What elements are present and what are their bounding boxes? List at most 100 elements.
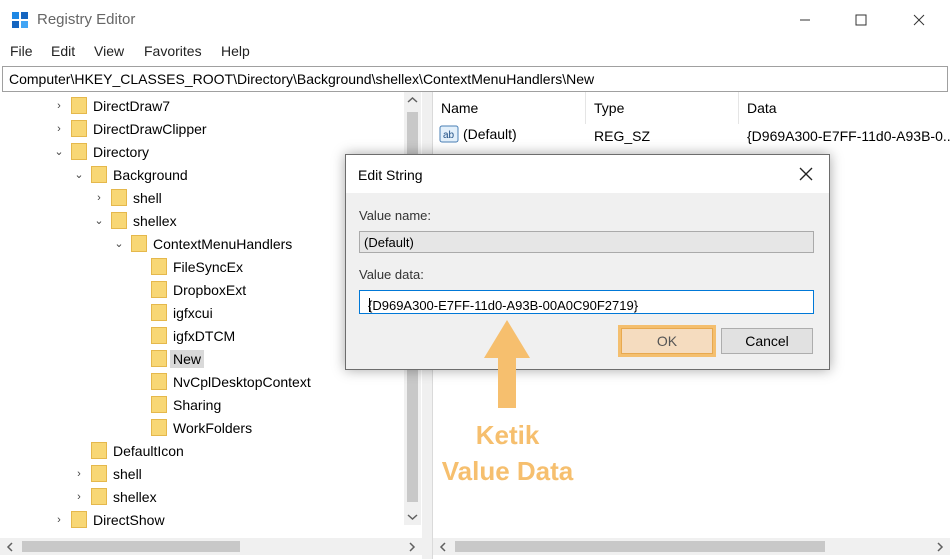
tree-item[interactable]: igfxDTCM xyxy=(132,324,235,347)
column-header-name[interactable]: Name xyxy=(433,92,586,124)
tree-item[interactable]: ⌄ Directory xyxy=(52,140,149,163)
minimize-icon xyxy=(800,19,810,21)
menu-file[interactable]: File xyxy=(10,43,33,59)
folder-icon xyxy=(151,281,167,298)
tree-item-label: DropboxExt xyxy=(173,281,247,298)
ok-button[interactable]: OK xyxy=(618,325,716,357)
values-hscroll-thumb[interactable] xyxy=(455,541,825,552)
tree-item-label: WorkFolders xyxy=(173,419,253,436)
tree-item[interactable]: NvCplDesktopContext xyxy=(132,370,311,393)
tree-item[interactable]: FileSyncEx xyxy=(132,255,243,278)
annotation-arrow-icon xyxy=(484,320,530,408)
tree-item[interactable]: ⌄ shellex xyxy=(92,209,177,232)
chevron-down-icon[interactable]: ⌄ xyxy=(52,145,66,159)
tree-item[interactable]: New xyxy=(132,347,205,370)
tree-item[interactable]: › DirectDrawClipper xyxy=(52,117,207,140)
tree-item-label: Sharing xyxy=(173,396,222,413)
menu-view[interactable]: View xyxy=(94,43,124,59)
folder-icon xyxy=(71,120,87,137)
tree-item-label: shellex xyxy=(133,212,177,229)
value-data: {D969A300-E7FF-11d0-A93B-0... xyxy=(747,128,950,144)
scroll-up-icon xyxy=(407,96,418,103)
maximize-icon xyxy=(855,14,867,26)
tree-item[interactable]: WorkFolders xyxy=(132,416,252,439)
string-value-icon: ab xyxy=(439,125,459,143)
list-item[interactable]: ab (Default) xyxy=(439,125,517,143)
menu-favorites[interactable]: Favorites xyxy=(144,43,202,59)
tree-item-label: shellex xyxy=(113,488,157,505)
tree-item[interactable]: igfxcui xyxy=(132,301,213,324)
column-header-type[interactable]: Type xyxy=(586,92,739,124)
annotation-line-1: Ketik xyxy=(475,420,540,450)
tree-item[interactable]: › shell xyxy=(72,462,142,485)
tree-item-label: ContextMenuHandlers xyxy=(153,235,293,252)
chevron-right-icon[interactable]: › xyxy=(92,191,106,205)
value-data-input[interactable]: {D969A300-E7FF-11d0-A93B-00A0C90F2719} xyxy=(359,290,814,314)
tree-item-label: shell xyxy=(113,465,142,482)
address-bar[interactable]: Computer\HKEY_CLASSES_ROOT\Directory\Bac… xyxy=(2,66,948,92)
chevron-right-icon[interactable]: › xyxy=(72,467,86,481)
menu-bar: File Edit View Favorites Help xyxy=(0,40,950,64)
tree-item[interactable]: › shellex xyxy=(72,485,157,508)
folder-icon xyxy=(151,350,167,367)
chevron-right-icon[interactable]: › xyxy=(52,513,66,527)
chevron-right-icon[interactable]: › xyxy=(52,99,66,113)
title-bar: Registry Editor xyxy=(0,0,950,40)
close-icon xyxy=(799,167,813,181)
tree-item[interactable]: ⌄ ContextMenuHandlers xyxy=(112,232,292,255)
address-path: Computer\HKEY_CLASSES_ROOT\Directory\Bac… xyxy=(9,71,595,87)
cancel-button[interactable]: Cancel xyxy=(721,328,813,354)
chevron-right-icon[interactable]: › xyxy=(52,122,66,136)
svg-text:ab: ab xyxy=(443,130,455,141)
chevron-right-icon[interactable]: › xyxy=(72,490,86,504)
tree-item-label: igfxcui xyxy=(173,304,213,321)
tree-item[interactable]: › DirectDraw7 xyxy=(52,94,170,117)
folder-icon xyxy=(71,143,87,160)
tree-item[interactable]: › DirectShow xyxy=(52,508,165,531)
dialog-close-button[interactable] xyxy=(789,159,823,189)
tree-item[interactable]: DropboxExt xyxy=(132,278,246,301)
value-name-label: Value name: xyxy=(359,208,432,223)
dialog-title: Edit String xyxy=(358,167,423,183)
chevron-down-icon[interactable]: ⌄ xyxy=(92,214,106,228)
values-horizontal-scrollbar[interactable] xyxy=(433,538,950,555)
tree-item-label: DirectShow xyxy=(93,511,165,528)
chevron-down-icon[interactable]: ⌄ xyxy=(72,168,86,182)
value-data-label: Value data: xyxy=(359,267,424,282)
folder-icon xyxy=(151,327,167,344)
tree-hscroll-thumb[interactable] xyxy=(22,541,240,552)
tree-item[interactable]: DefaultIcon xyxy=(72,439,184,462)
folder-icon xyxy=(151,304,167,321)
maximize-button[interactable] xyxy=(838,5,884,35)
tree-horizontal-scrollbar[interactable] xyxy=(0,538,422,555)
menu-help[interactable]: Help xyxy=(221,43,250,59)
tree-item-label: Directory xyxy=(93,143,150,160)
tree-item-label: igfxDTCM xyxy=(173,327,236,344)
minimize-button[interactable] xyxy=(782,5,828,35)
tree-item[interactable]: ⌄ Background xyxy=(72,163,188,186)
menu-edit[interactable]: Edit xyxy=(51,43,75,59)
close-button[interactable] xyxy=(896,5,942,35)
folder-icon xyxy=(151,373,167,390)
tree-item-label: Background xyxy=(113,166,188,183)
tree-item-label: DefaultIcon xyxy=(113,442,184,459)
dialog-title-bar: Edit String xyxy=(346,155,829,193)
scroll-down-icon xyxy=(407,514,418,521)
folder-icon xyxy=(91,465,107,482)
folder-icon xyxy=(91,488,107,505)
tree-item[interactable]: › shell xyxy=(92,186,162,209)
folder-icon xyxy=(151,419,167,436)
value-name-field: (Default) xyxy=(359,231,814,253)
folder-icon xyxy=(111,189,127,206)
chevron-down-icon[interactable]: ⌄ xyxy=(112,237,126,251)
column-header-data[interactable]: Data xyxy=(739,92,950,124)
value-type: REG_SZ xyxy=(594,128,651,144)
value-name: (Default) xyxy=(463,126,517,142)
tree-item[interactable]: Sharing xyxy=(132,393,221,416)
